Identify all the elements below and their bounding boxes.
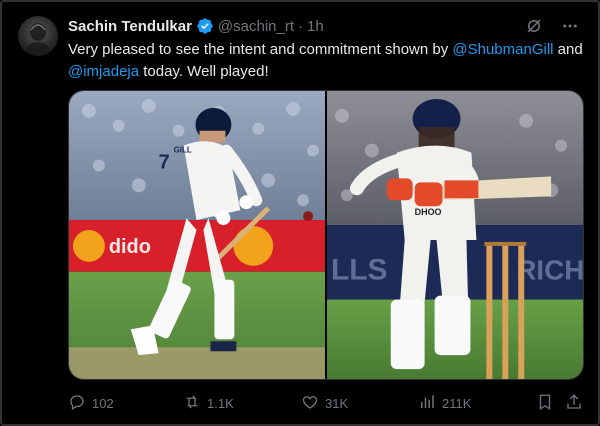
like-icon — [301, 393, 319, 414]
bookmark-icon — [536, 393, 554, 414]
more-icon[interactable] — [560, 16, 580, 36]
repost-icon — [183, 393, 201, 414]
like-button[interactable]: 31K — [301, 393, 348, 414]
tweet-card: Sachin Tendulkar @sachin_rt · 1h Very pl… — [0, 0, 600, 426]
timestamp[interactable]: 1h — [307, 18, 324, 35]
top-right-controls — [524, 16, 580, 36]
reply-icon — [68, 393, 86, 414]
tweet-text-part: today. Well played! — [139, 63, 269, 80]
mention-link[interactable]: @imjadeja — [68, 63, 139, 80]
jersey-name: DHOO — [415, 207, 442, 217]
avatar[interactable] — [18, 16, 58, 56]
bookmark-button[interactable] — [536, 393, 554, 414]
action-bar: 102 1.1K 31K 211K — [68, 392, 584, 414]
views-button[interactable]: 211K — [418, 393, 471, 414]
grok-icon[interactable] — [524, 16, 544, 36]
tweet-header: Sachin Tendulkar @sachin_rt · 1h — [68, 16, 324, 36]
views-icon — [418, 393, 436, 414]
tweet-text: Very pleased to see the intent and commi… — [68, 39, 588, 83]
reply-button[interactable]: 102 — [68, 393, 114, 414]
tweet-text-part: Very pleased to see the intent and commi… — [68, 41, 453, 58]
jersey-number: 7 — [159, 151, 170, 173]
jersey-name: GILL — [174, 146, 192, 155]
share-icon — [565, 393, 583, 414]
share-button[interactable] — [565, 393, 583, 414]
views-count: 211K — [442, 395, 472, 411]
author-handle[interactable]: @sachin_rt — [218, 18, 294, 35]
reply-count: 102 — [92, 395, 114, 411]
media-grid: dido 7 GILL LLS RICH DHOO — [68, 90, 584, 380]
mention-link[interactable]: @ShubmanGill — [452, 41, 553, 58]
board-text-right: LLS — [331, 254, 387, 287]
photo-batter-right[interactable]: LLS RICH DHOO — [327, 91, 583, 379]
author-name[interactable]: Sachin Tendulkar — [68, 18, 192, 35]
board-text-right-2: RICH — [516, 255, 583, 286]
repost-count: 1.1K — [207, 395, 234, 411]
separator-dot: · — [298, 17, 304, 35]
photo-batter-left[interactable]: dido 7 GILL — [69, 91, 325, 379]
like-count: 31K — [325, 395, 349, 411]
tweet-text-part: and — [553, 41, 583, 58]
board-text-left: dido — [109, 236, 151, 258]
repost-button[interactable]: 1.1K — [183, 393, 234, 414]
verified-badge-icon — [196, 17, 214, 35]
